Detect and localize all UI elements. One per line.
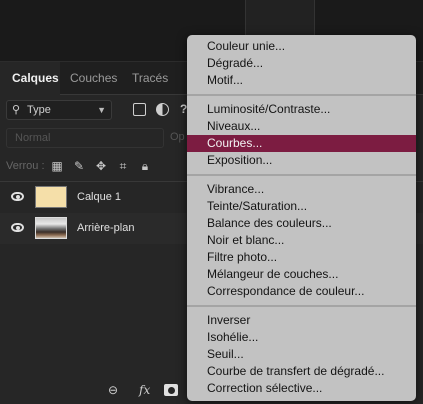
opacity-label: Op (170, 131, 185, 143)
blend-mode-select[interactable]: Normal (6, 128, 164, 148)
eye-icon[interactable] (11, 223, 24, 232)
menu-separator (187, 174, 416, 176)
tab-calques[interactable]: Calques (0, 62, 60, 95)
menu-item[interactable]: Correction sélective... (187, 380, 416, 397)
lock-paint-icon[interactable]: ✎ (72, 159, 86, 173)
menu-separator (187, 94, 416, 96)
menu-item[interactable]: Vibrance... (187, 181, 416, 198)
tab-traces[interactable]: Tracés (120, 62, 170, 95)
lock-all-icon[interactable]: 🔒︎ (138, 159, 152, 173)
eye-icon[interactable] (11, 192, 24, 201)
menu-item[interactable]: Couleur unie... (187, 38, 416, 55)
menu-item[interactable]: Courbes... (187, 135, 416, 152)
adjustment-filter-icon[interactable] (156, 103, 169, 116)
lock-move-icon[interactable]: ✥ (94, 159, 108, 173)
mask-icon[interactable] (164, 384, 178, 396)
menu-item[interactable]: Balance des couleurs... (187, 215, 416, 232)
menu-item[interactable]: Luminosité/Contraste... (187, 101, 416, 118)
adjustment-layer-menu: Couleur unie... Dégradé... Motif... Luminos… (187, 35, 416, 401)
menu-item[interactable]: Motif... (187, 72, 416, 89)
tab-couches[interactable]: Couches (60, 62, 120, 95)
menu-separator (187, 305, 416, 307)
link-icon[interactable]: ⊖ (108, 382, 118, 398)
layer-filter-label: Type (27, 104, 51, 116)
menu-item[interactable]: Teinte/Saturation... (187, 198, 416, 215)
menu-item[interactable]: Inverser (187, 312, 416, 329)
menu-item[interactable]: Seuil... (187, 346, 416, 363)
layer-filter-select[interactable]: ⚲ Type ▼ (6, 100, 112, 120)
image-filter-icon[interactable] (133, 103, 146, 116)
menu-item[interactable]: Niveaux... (187, 118, 416, 135)
menu-item[interactable]: Dégradé... (187, 55, 416, 72)
lock-label: Verrou : (6, 160, 45, 172)
chevron-down-icon: ▼ (97, 105, 106, 115)
layer-name: Calque 1 (77, 191, 122, 203)
layer-thumbnail (35, 186, 67, 208)
menu-item[interactable]: Correspondance de couleur... (187, 283, 416, 300)
layer-thumbnail (35, 217, 67, 239)
menu-item[interactable]: Filtre photo... (187, 249, 416, 266)
menu-item[interactable]: Noir et blanc... (187, 232, 416, 249)
fx-icon[interactable]: fx (139, 382, 150, 398)
lock-artboard-icon[interactable]: ⌗ (116, 159, 130, 173)
menu-item[interactable]: Courbe de transfert de dégradé... (187, 363, 416, 380)
lock-transparent-icon[interactable]: ▦ (50, 159, 64, 173)
menu-item[interactable]: Isohélie... (187, 329, 416, 346)
menu-item[interactable]: Mélangeur de couches... (187, 266, 416, 283)
menu-item[interactable]: Exposition... (187, 152, 416, 169)
search-icon: ⚲ (12, 104, 21, 116)
layer-name: Arrière-plan (77, 222, 135, 234)
